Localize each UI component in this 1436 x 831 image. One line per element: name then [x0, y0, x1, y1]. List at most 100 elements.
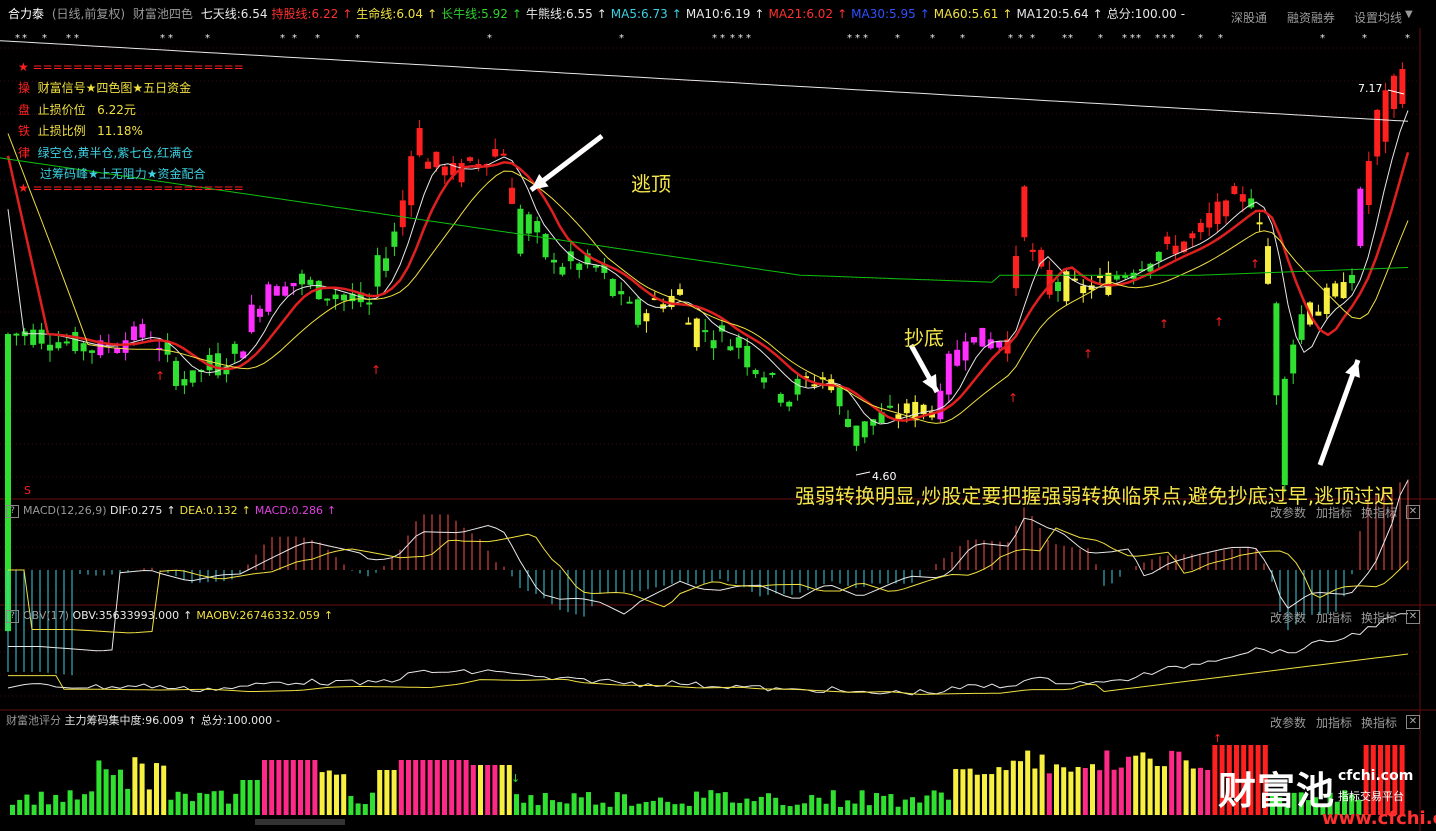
- candle-body: [139, 324, 146, 338]
- score-bar: [1162, 766, 1167, 815]
- score-bar: [262, 760, 267, 815]
- candle-body: [265, 284, 272, 312]
- obv-switch-indicator-button[interactable]: 换指标: [1361, 609, 1397, 626]
- candle-body: [1038, 249, 1045, 267]
- candle-body: [47, 344, 53, 351]
- candle-body: [399, 200, 406, 228]
- low-pointer: [855, 471, 871, 476]
- low-price-label: 4.60: [872, 470, 897, 483]
- score-switch-indicator-button[interactable]: 换指标: [1361, 714, 1397, 731]
- candle-body: [30, 329, 37, 345]
- score-bar: [1061, 767, 1067, 815]
- obv-panel-header: ? OBV(17) OBV:35633993.000 ↑ MAOBV:26746332…: [0, 606, 1436, 626]
- star-marker: *: [487, 33, 492, 44]
- score-bar: [787, 806, 793, 815]
- candle-body: [845, 418, 851, 427]
- obv-edit-params-button[interactable]: 改参数: [1270, 609, 1306, 626]
- score-bar: [780, 805, 786, 815]
- up-arrow-icon: ↑: [1214, 315, 1224, 329]
- star-marker: *: [712, 33, 717, 44]
- score-bar: [118, 769, 123, 815]
- candlestick-chart[interactable]: * * * * * * * * * * * * * * * * * * * * * * * * * * * * * * * * * * * * * * * *…: [0, 0, 1436, 831]
- candle-body: [836, 386, 843, 407]
- up-arrow-icon: ↑: [1083, 347, 1093, 361]
- candle-body: [55, 342, 62, 349]
- score-bar: [802, 803, 807, 815]
- signal-row: 铁 止损比例 11.18%: [18, 124, 143, 138]
- candle-body: [710, 340, 717, 349]
- candle-body: [1281, 378, 1288, 486]
- score-bar: [499, 765, 505, 815]
- score-edit-params-button[interactable]: 改参数: [1270, 714, 1306, 731]
- candle-body: [341, 294, 347, 301]
- star-marker: *: [42, 33, 47, 44]
- score-bar: [485, 765, 491, 815]
- star-marker: *: [15, 33, 20, 44]
- candle-body: [374, 255, 381, 287]
- score-bar: [910, 797, 915, 815]
- score-bar: [1190, 768, 1196, 815]
- score-bar: [1147, 758, 1153, 815]
- indicator-value: ↑: [187, 714, 197, 727]
- candle-body: [954, 349, 961, 366]
- score-bar: [1176, 751, 1182, 815]
- candle-body: [416, 128, 423, 156]
- score-bar: [31, 804, 37, 815]
- candle-body: [761, 377, 767, 383]
- score-bar: [535, 805, 541, 815]
- star-marker: *: [1130, 33, 1135, 44]
- macd-edit-params-button[interactable]: 改参数: [1270, 504, 1306, 521]
- help-icon[interactable]: ?: [6, 609, 19, 623]
- score-bar: [1075, 767, 1081, 815]
- indicator-value: 总分:100.000: [200, 714, 273, 727]
- score-bar: [586, 792, 591, 815]
- obv-add-indicator-button[interactable]: 加指标: [1316, 609, 1352, 626]
- score-bar: [305, 760, 311, 815]
- score-bar: [1104, 750, 1110, 815]
- candle-body: [248, 304, 255, 333]
- candle-body: [231, 343, 238, 354]
- score-values: 主力筹码集中度:96.009 ↑ 总分:100.000-: [65, 714, 285, 727]
- score-bar: [269, 760, 275, 815]
- candle-body: [1113, 275, 1120, 280]
- score-bar: [564, 803, 570, 815]
- score-add-indicator-button[interactable]: 加指标: [1316, 714, 1352, 731]
- score-bar: [463, 760, 469, 815]
- signal-divider: =====================: [32, 181, 244, 195]
- candle-body: [1382, 90, 1389, 142]
- score-bar: [434, 760, 440, 815]
- candle-body: [80, 343, 87, 352]
- score-bar: [607, 806, 613, 815]
- score-bar: [514, 794, 519, 815]
- score-bar: [290, 760, 296, 815]
- score-bar: [874, 793, 879, 815]
- score-bar: [218, 790, 224, 815]
- score-bar: [701, 797, 707, 815]
- candle-body: [593, 265, 599, 268]
- score-bar: [154, 763, 159, 815]
- star-marker: *: [1030, 33, 1035, 44]
- close-icon[interactable]: ✕: [1406, 505, 1420, 519]
- score-bar: [830, 790, 836, 815]
- macd-switch-indicator-button[interactable]: 换指标: [1361, 504, 1397, 521]
- score-bar: [1046, 773, 1052, 815]
- score-bar: [334, 774, 339, 815]
- help-icon[interactable]: ?: [6, 504, 19, 518]
- score-bar: [233, 793, 239, 815]
- macd-values: DIF:0.275 ↑ DEA:0.132 ↑ MACD:0.286 ↑: [110, 504, 340, 517]
- score-bar: [622, 794, 627, 815]
- score-bar: [1212, 745, 1218, 815]
- candle-body: [1399, 69, 1406, 105]
- macd-add-indicator-button[interactable]: 加指标: [1316, 504, 1352, 521]
- close-icon[interactable]: ✕: [1406, 610, 1420, 624]
- candle-body: [332, 294, 339, 300]
- score-bar: [82, 794, 87, 815]
- star-marker: *: [22, 33, 27, 44]
- score-bar: [182, 793, 188, 815]
- indicator-value: -: [276, 714, 281, 727]
- score-panel-header: 财富池评分 主力筹码集中度:96.009 ↑ 总分:100.000-: [0, 711, 1436, 731]
- candle-body: [559, 266, 566, 275]
- close-icon[interactable]: ✕: [1406, 715, 1420, 729]
- up-arrow-icon: ↑: [371, 363, 381, 377]
- brand-site: cfchi.com: [1338, 768, 1414, 784]
